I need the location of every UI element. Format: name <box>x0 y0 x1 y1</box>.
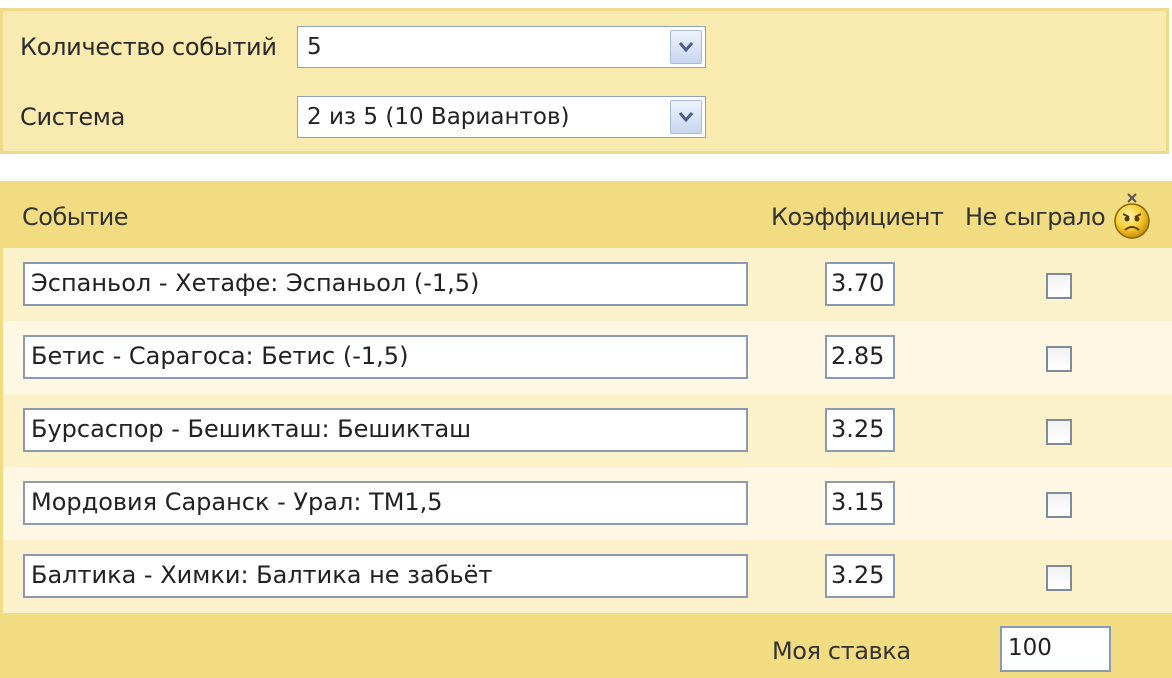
table-row: Эспаньол - Хетафе: Эспаньол (-1,5) 3.70 <box>3 248 1172 321</box>
table-row: Мордовия Саранск - Урал: ТМ1,5 3.15 <box>3 467 1172 540</box>
event-input[interactable]: Балтика - Химки: Балтика не забьёт <box>23 554 748 598</box>
event-count-value: 5 <box>307 34 322 60</box>
table-row: Бурсаспор - Бешикташ: Бешикташ 3.25 <box>3 394 1172 467</box>
event-count-label: Количество событий <box>20 33 277 61</box>
event-input[interactable]: Бурсаспор - Бешикташ: Бешикташ <box>23 408 748 452</box>
coefficient-input[interactable]: 3.70 <box>825 262 895 306</box>
header-not-played: Не сыграло <box>965 203 1106 231</box>
coefficient-input[interactable]: 3.25 <box>825 554 895 598</box>
system-label: Система <box>20 103 126 131</box>
not-played-checkbox[interactable] <box>1046 419 1072 445</box>
table-row: Балтика - Химки: Балтика не забьёт 3.25 <box>3 540 1172 613</box>
system-select[interactable]: 2 из 5 (10 Вариантов) <box>297 96 706 138</box>
sad-smiley-icon <box>1114 193 1150 239</box>
stake-input[interactable]: 100 <box>1000 626 1111 672</box>
system-value: 2 из 5 (10 Вариантов) <box>307 104 570 130</box>
not-played-checkbox[interactable] <box>1046 492 1072 518</box>
coefficient-input[interactable]: 3.25 <box>825 408 895 452</box>
not-played-checkbox[interactable] <box>1046 273 1072 299</box>
stake-label: Моя ставка <box>772 637 911 665</box>
event-input[interactable]: Мордовия Саранск - Урал: ТМ1,5 <box>23 481 748 525</box>
header-event: Событие <box>22 203 129 231</box>
header-coefficient: Коэффициент <box>771 203 944 231</box>
table-row: Бетис - Сарагоса: Бетис (-1,5) 2.85 <box>3 321 1172 394</box>
chevron-down-icon[interactable] <box>670 100 702 134</box>
coefficient-input[interactable]: 3.15 <box>825 481 895 525</box>
not-played-checkbox[interactable] <box>1046 346 1072 372</box>
not-played-checkbox[interactable] <box>1046 565 1072 591</box>
chevron-down-icon[interactable] <box>670 30 702 64</box>
coefficient-input[interactable]: 2.85 <box>825 335 895 379</box>
event-count-select[interactable]: 5 <box>297 26 706 68</box>
bet-calculator: Количество событий 5 Система 2 из 5 (10 … <box>0 0 1172 678</box>
event-input[interactable]: Эспаньол - Хетафе: Эспаньол (-1,5) <box>23 262 748 306</box>
event-input[interactable]: Бетис - Сарагоса: Бетис (-1,5) <box>23 335 748 379</box>
